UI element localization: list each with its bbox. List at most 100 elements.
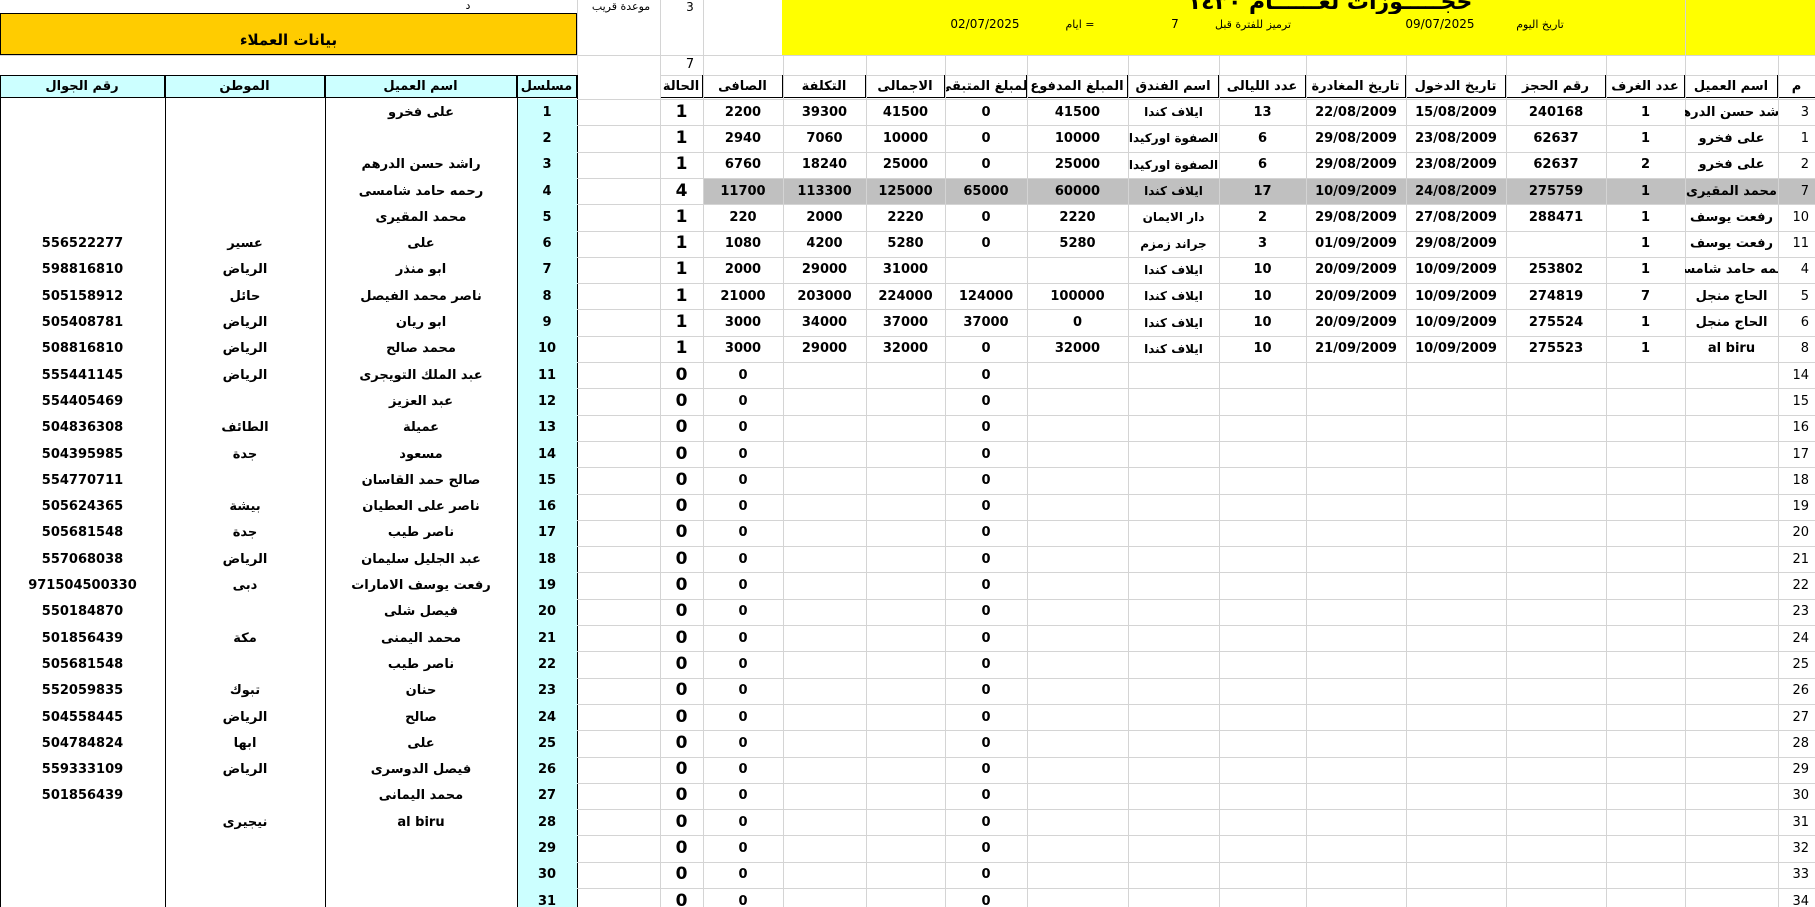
- booking-net-cell[interactable]: 0: [703, 467, 783, 493]
- booking-nights-cell[interactable]: 6: [1219, 125, 1306, 151]
- booking-m-cell[interactable]: 4: [1778, 257, 1815, 283]
- booking-rooms-cell[interactable]: [1606, 888, 1685, 907]
- booking-remaining-cell[interactable]: 0: [945, 809, 1027, 835]
- customer-mobile-cell[interactable]: 598816810: [0, 257, 165, 283]
- booking-departure-cell[interactable]: [1306, 730, 1406, 756]
- booking-departure-cell[interactable]: 29/08/2009: [1306, 204, 1406, 230]
- booking-m-cell[interactable]: 23: [1778, 599, 1815, 625]
- customer-homeland-cell[interactable]: دبى: [165, 572, 325, 598]
- booking-m-cell[interactable]: 32: [1778, 835, 1815, 861]
- booking-booking-no-cell[interactable]: 62637: [1506, 125, 1606, 151]
- booking-m-cell[interactable]: 24: [1778, 625, 1815, 651]
- booking-booking-no-cell[interactable]: [1506, 862, 1606, 888]
- booking-cost-cell[interactable]: 39300: [783, 99, 866, 125]
- booking-arrival-cell[interactable]: [1406, 625, 1506, 651]
- booking-arrival-cell[interactable]: [1406, 599, 1506, 625]
- booking-arrival-cell[interactable]: [1406, 678, 1506, 704]
- customer-homeland-cell[interactable]: جدة: [165, 520, 325, 546]
- booking-paid-cell[interactable]: [1027, 704, 1128, 730]
- booking-paid-cell[interactable]: [1027, 651, 1128, 677]
- booking-hotel-cell[interactable]: [1128, 757, 1219, 783]
- customer-serial-cell[interactable]: 17: [517, 520, 577, 546]
- booking-cost-cell[interactable]: 29000: [783, 257, 866, 283]
- booking-hotel-cell[interactable]: [1128, 415, 1219, 441]
- booking-net-cell[interactable]: 0: [703, 704, 783, 730]
- customer-homeland-cell[interactable]: حائل: [165, 283, 325, 309]
- customer-serial-cell[interactable]: 3: [517, 152, 577, 178]
- booking-status-cell[interactable]: 0: [660, 388, 703, 414]
- booking-arrival-cell[interactable]: 29/08/2009: [1406, 231, 1506, 257]
- booking-customer-cell[interactable]: [1685, 388, 1778, 414]
- booking-status-cell[interactable]: 0: [660, 757, 703, 783]
- booking-departure-cell[interactable]: 01/09/2009: [1306, 231, 1406, 257]
- header-rooms[interactable]: عدد الغرف: [1606, 75, 1685, 97]
- booking-departure-cell[interactable]: [1306, 441, 1406, 467]
- booking-total-cell[interactable]: [866, 388, 945, 414]
- booking-remaining-cell[interactable]: 0: [945, 704, 1027, 730]
- booking-total-cell[interactable]: [866, 809, 945, 835]
- booking-net-cell[interactable]: 0: [703, 888, 783, 907]
- booking-rooms-cell[interactable]: 1: [1606, 204, 1685, 230]
- booking-customer-cell[interactable]: [1685, 546, 1778, 572]
- booking-remaining-cell[interactable]: 0: [945, 862, 1027, 888]
- booking-paid-cell[interactable]: [1027, 625, 1128, 651]
- booking-nights-cell[interactable]: 17: [1219, 178, 1306, 204]
- booking-rooms-cell[interactable]: [1606, 809, 1685, 835]
- customer-homeland-cell[interactable]: تبوك: [165, 678, 325, 704]
- booking-m-cell[interactable]: 5: [1778, 283, 1815, 309]
- booking-remaining-cell[interactable]: 0: [945, 730, 1027, 756]
- booking-net-cell[interactable]: 220: [703, 204, 783, 230]
- booking-total-cell[interactable]: [866, 862, 945, 888]
- booking-cost-cell[interactable]: [783, 546, 866, 572]
- customer-mobile-cell[interactable]: 550184870: [0, 599, 165, 625]
- booking-cost-cell[interactable]: [783, 888, 866, 907]
- customer-client-name-cell[interactable]: [325, 835, 517, 861]
- booking-arrival-cell[interactable]: [1406, 546, 1506, 572]
- booking-total-cell[interactable]: 37000: [866, 309, 945, 335]
- booking-rooms-cell[interactable]: [1606, 388, 1685, 414]
- customer-homeland-cell[interactable]: الرياض: [165, 757, 325, 783]
- booking-booking-no-cell[interactable]: [1506, 467, 1606, 493]
- booking-cost-cell[interactable]: [783, 415, 866, 441]
- booking-total-cell[interactable]: [866, 467, 945, 493]
- booking-rooms-cell[interactable]: [1606, 783, 1685, 809]
- booking-paid-cell[interactable]: [1027, 520, 1128, 546]
- booking-arrival-cell[interactable]: 10/09/2009: [1406, 283, 1506, 309]
- booking-departure-cell[interactable]: [1306, 835, 1406, 861]
- booking-paid-cell[interactable]: [1027, 783, 1128, 809]
- booking-nights-cell[interactable]: 13: [1219, 99, 1306, 125]
- header-status[interactable]: الحالة: [660, 75, 703, 97]
- booking-hotel-cell[interactable]: [1128, 835, 1219, 861]
- booking-paid-cell[interactable]: [1027, 599, 1128, 625]
- booking-total-cell[interactable]: 41500: [866, 99, 945, 125]
- header-total[interactable]: الاجمالى: [866, 75, 945, 97]
- booking-nights-cell[interactable]: [1219, 388, 1306, 414]
- booking-departure-cell[interactable]: 20/09/2009: [1306, 283, 1406, 309]
- booking-customer-cell[interactable]: [1685, 572, 1778, 598]
- booking-customer-cell[interactable]: [1685, 467, 1778, 493]
- customer-client-name-cell[interactable]: محمد المقيرى: [325, 204, 517, 230]
- booking-customer-cell[interactable]: [1685, 599, 1778, 625]
- booking-remaining-cell[interactable]: 0: [945, 388, 1027, 414]
- customer-mobile-cell[interactable]: [0, 178, 165, 204]
- customer-mobile-cell[interactable]: 505158912: [0, 283, 165, 309]
- booking-booking-no-cell[interactable]: [1506, 572, 1606, 598]
- booking-nights-cell[interactable]: 2: [1219, 204, 1306, 230]
- customer-serial-cell[interactable]: 15: [517, 467, 577, 493]
- booking-cost-cell[interactable]: 203000: [783, 283, 866, 309]
- customer-serial-cell[interactable]: 12: [517, 388, 577, 414]
- booking-m-cell[interactable]: 22: [1778, 572, 1815, 598]
- booking-departure-cell[interactable]: 10/09/2009: [1306, 178, 1406, 204]
- header-cost[interactable]: التكلفة: [783, 75, 866, 97]
- booking-net-cell[interactable]: 0: [703, 625, 783, 651]
- booking-departure-cell[interactable]: 29/08/2009: [1306, 152, 1406, 178]
- booking-customer-cell[interactable]: [1685, 494, 1778, 520]
- customer-client-name-cell[interactable]: [325, 125, 517, 151]
- customer-homeland-cell[interactable]: [165, 125, 325, 151]
- booking-customer-cell[interactable]: على فخرو: [1685, 152, 1778, 178]
- customer-mobile-cell[interactable]: 559333109: [0, 757, 165, 783]
- customer-serial-cell[interactable]: 23: [517, 678, 577, 704]
- booking-cost-cell[interactable]: [783, 494, 866, 520]
- booking-status-cell[interactable]: 0: [660, 862, 703, 888]
- booking-hotel-cell[interactable]: ايلاف كندا: [1128, 283, 1219, 309]
